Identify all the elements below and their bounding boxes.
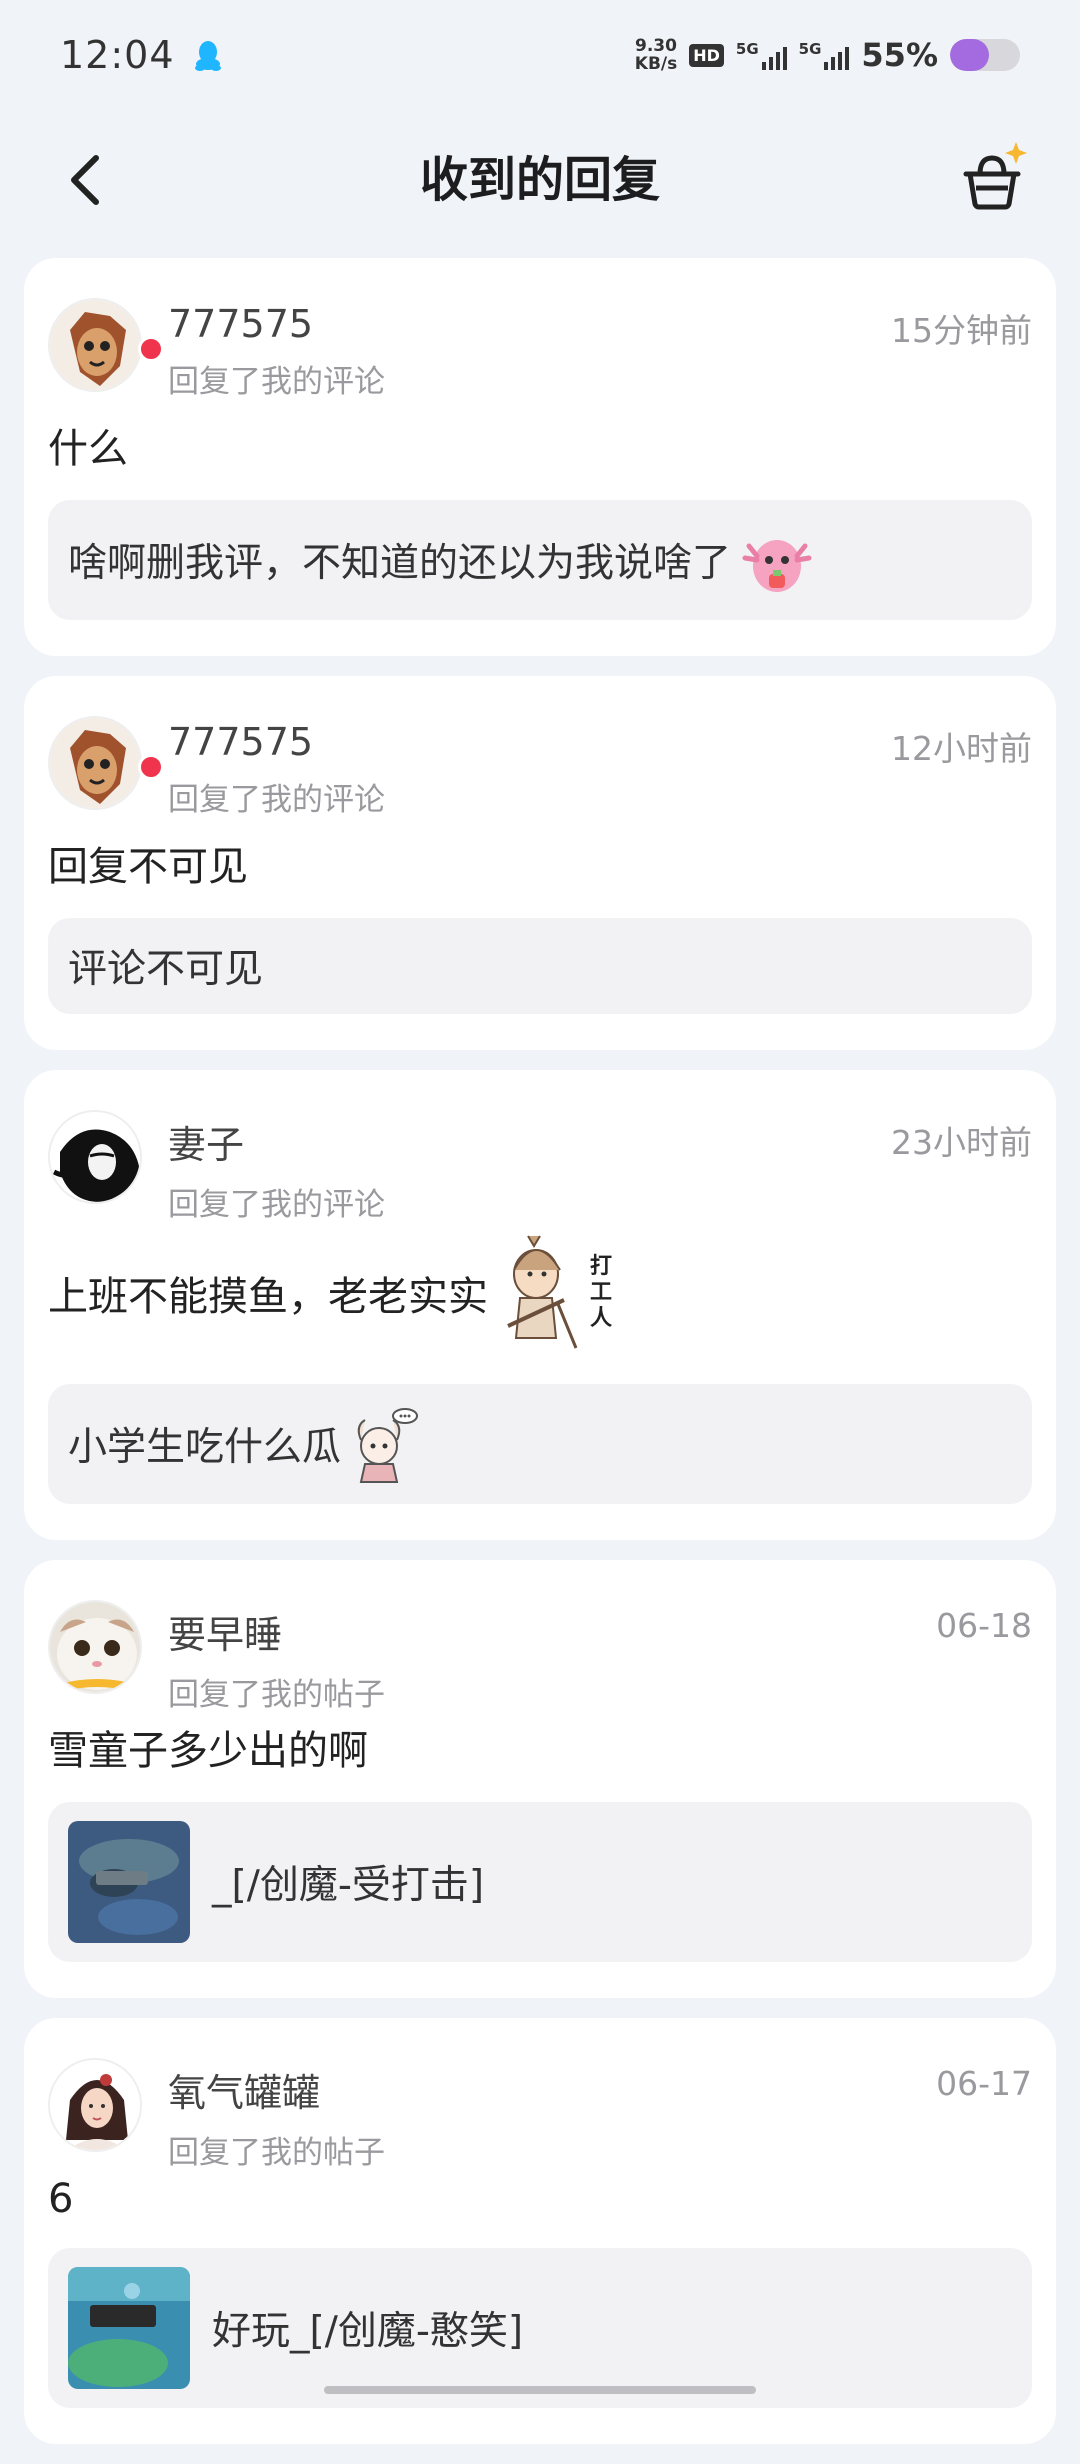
quoted-comment-text: 啥啊删我评，不知道的还以为我说啥了 [68, 541, 732, 586]
quoted-comment[interactable]: 小学生吃什么瓜 [48, 1384, 1032, 1504]
signal-icon-2: 5G [799, 40, 850, 70]
network-speed-unit: KB/s [634, 54, 678, 74]
reply-card[interactable]: 777575 回复了我的评论 12小时前 回复不可见 评论不可见 [24, 676, 1056, 1050]
network-speed-value: 9.30 [635, 36, 677, 56]
signal-icon-1: 5G [736, 40, 787, 70]
battery-icon [950, 39, 1020, 71]
reply-action: 回复了我的评论 [168, 1187, 385, 1223]
basket-sparkle-icon[interactable] [956, 140, 1030, 214]
status-bar: 12:04 9.30 KB/s HD 5G 5G 55% [0, 0, 1080, 110]
hd-voice-icon: HD [689, 43, 724, 67]
reply-card[interactable]: 777575 回复了我的评论 15分钟前 什么 啥啊删我评，不知道的还以为我说啥… [24, 258, 1056, 656]
battery-fill [950, 39, 989, 71]
header: 收到的回复 [0, 120, 1080, 230]
quoted-comment[interactable]: 啥啊删我评，不知道的还以为我说啥了 [48, 500, 1032, 620]
avatar[interactable] [48, 716, 142, 810]
quoted-post-text: _[/创魔-受打击] [212, 1863, 485, 1908]
pink-axolotl-sticker [742, 540, 812, 592]
status-time: 12:04 [60, 33, 175, 77]
reply-list: 777575 回复了我的评论 15分钟前 什么 啥啊删我评，不知道的还以为我说啥… [24, 258, 1056, 2464]
avatar[interactable] [48, 298, 142, 392]
username[interactable]: 要早睡 [168, 1604, 936, 1659]
reply-text: 什么 [48, 426, 128, 472]
reply-text-row: 上班不能摸鱼，老老实实 打 工 人 [48, 1228, 1032, 1358]
quoted-post-text: 好玩_[/创魔-憨笑] [212, 2309, 524, 2354]
reply-action: 回复了我的评论 [168, 364, 385, 400]
sticker-caption-char: 人 [590, 1306, 613, 1331]
reply-card[interactable]: 氧气罐罐 回复了我的帖子 06-17 6 好玩_[/创魔-憨笑] [24, 2018, 1056, 2444]
quoted-comment-text: 评论不可见 [68, 947, 264, 992]
username[interactable]: 氧气罐罐 [168, 2062, 936, 2117]
reply-text: 回复不可见 [48, 844, 248, 890]
home-indicator[interactable] [324, 2386, 756, 2394]
quoted-comment-text: 小学生吃什么瓜 [68, 1425, 342, 1470]
reply-action: 回复了我的帖子 [168, 1677, 385, 1713]
worker-sticker-caption: 打 工 人 [590, 1254, 612, 1332]
quoted-post[interactable]: _[/创魔-受打击] [48, 1802, 1032, 1962]
reply-time: 15分钟前 [891, 311, 1032, 350]
unread-dot [138, 754, 164, 780]
reply-time: 06-18 [936, 1606, 1032, 1645]
quoted-post[interactable]: 好玩_[/创魔-憨笑] [48, 2248, 1032, 2408]
avatar[interactable] [48, 1110, 142, 1204]
reply-card[interactable]: 要早睡 回复了我的帖子 06-18 雪童子多少出的啊 _[/创魔-受打击] [24, 1560, 1056, 1998]
username[interactable]: 777575 [168, 720, 891, 764]
worker-sticker [507, 1235, 578, 1349]
avatar[interactable] [48, 2058, 142, 2152]
reply-action: 回复了我的评论 [168, 782, 385, 818]
quoted-comment[interactable]: 评论不可见 [48, 918, 1032, 1014]
page-title: 收到的回复 [419, 152, 660, 208]
signal-label-1: 5G [735, 40, 759, 58]
reply-action: 回复了我的帖子 [168, 2135, 385, 2171]
qq-penguin-icon [194, 41, 221, 71]
sticker-caption-char: 工 [590, 1280, 613, 1305]
reply-text: 6 [48, 2176, 74, 2222]
avatar[interactable] [48, 1600, 142, 1694]
network-speed: 9.30 KB/s [635, 37, 677, 73]
chevron-left-icon[interactable] [60, 150, 110, 210]
girl-eating-melon-sticker [357, 1408, 419, 1483]
signal-label-2: 5G [798, 40, 822, 58]
unread-dot [138, 336, 164, 362]
game-screenshot-thumbnail [68, 1821, 190, 1943]
reply-text: 雪童子多少出的啊 [48, 1728, 368, 1774]
username[interactable]: 777575 [168, 302, 891, 346]
sticker-caption-char: 打 [590, 1254, 613, 1279]
game-screenshot-thumbnail [68, 2267, 190, 2389]
reply-time: 06-17 [936, 2064, 1032, 2103]
reply-text: 上班不能摸鱼，老老实实 [48, 1274, 488, 1320]
username[interactable]: 妻子 [168, 1114, 891, 1169]
battery-percent: 55% [861, 36, 938, 74]
reply-time: 12小时前 [891, 729, 1032, 768]
reply-card[interactable]: 妻子 回复了我的评论 23小时前 上班不能摸鱼，老老实实 打 工 人 小学生吃什… [24, 1070, 1056, 1540]
reply-time: 23小时前 [891, 1123, 1032, 1162]
